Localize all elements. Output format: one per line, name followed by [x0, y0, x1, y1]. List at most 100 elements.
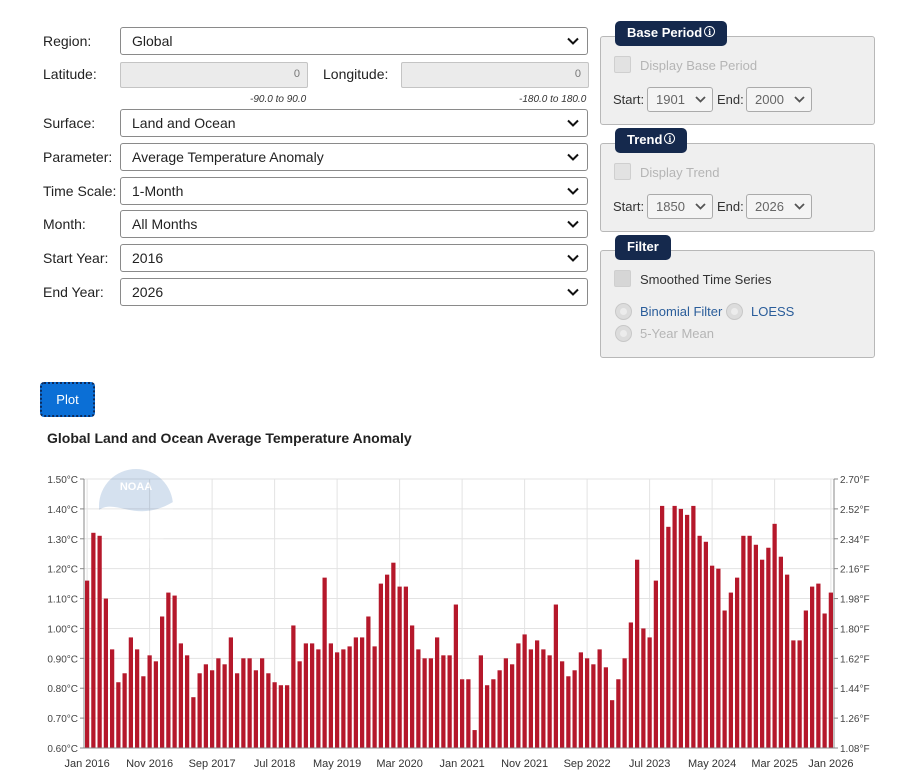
- display-base-period-checkbox[interactable]: [614, 56, 631, 73]
- month-select[interactable]: All Months: [120, 210, 588, 238]
- longitude-range: -180.0 to 180.0: [519, 94, 587, 105]
- x-tick-label: Sep 2017: [189, 758, 236, 770]
- bar: [810, 586, 815, 748]
- bar: [497, 670, 502, 748]
- bar: [316, 649, 321, 748]
- bar: [203, 664, 208, 748]
- bar: [272, 682, 277, 748]
- bar: [522, 634, 527, 748]
- bar: [185, 655, 190, 748]
- bar: [716, 568, 721, 748]
- loess-radio[interactable]: [726, 303, 743, 320]
- grid-lines: [84, 478, 834, 749]
- bar: [328, 643, 333, 748]
- bar: [585, 658, 590, 748]
- latitude-range: -90.0 to 90.0: [250, 94, 307, 105]
- bar: [816, 583, 821, 748]
- bar: [285, 685, 290, 748]
- y-left-tick-label: 0.70°C: [47, 714, 78, 725]
- surface-select[interactable]: Land and Ocean: [120, 109, 588, 137]
- region-select[interactable]: Global: [120, 27, 588, 55]
- y-left-tick-label: 1.30°C: [47, 535, 78, 546]
- bar: [322, 577, 327, 748]
- base-period-end-select[interactable]: 2000: [746, 87, 812, 112]
- bar: [491, 679, 496, 748]
- info-icon[interactable]: i: [664, 133, 676, 144]
- info-icon[interactable]: i: [704, 26, 716, 37]
- y-right-tick-label: 2.70°F: [840, 475, 870, 486]
- bars: [85, 505, 833, 748]
- region-label: Region:: [43, 33, 92, 49]
- base-period-start-select[interactable]: 1901: [647, 87, 713, 112]
- bar: [397, 586, 402, 748]
- surface-label: Surface:: [43, 115, 96, 131]
- bar: [222, 664, 227, 748]
- bar: [341, 649, 346, 748]
- bar: [685, 514, 690, 748]
- x-tick-label: Jan 2016: [64, 758, 109, 770]
- trend-start-value: 1850: [656, 199, 685, 214]
- bar: [135, 649, 140, 748]
- bar: [360, 637, 365, 748]
- bar: [503, 658, 508, 748]
- bar: [572, 670, 577, 748]
- bar: [191, 697, 196, 748]
- y-left-tick-label: 0.80°C: [47, 684, 78, 695]
- bar: [566, 676, 571, 748]
- bar: [172, 595, 177, 748]
- bar: [303, 643, 308, 748]
- chevron-down-icon: [695, 96, 706, 103]
- base-period-start-value: 1901: [656, 92, 685, 107]
- noaa-logo: NOAA: [99, 469, 173, 551]
- bar: [610, 700, 615, 748]
- bar: [785, 574, 790, 748]
- parameter-select[interactable]: Average Temperature Anomaly: [120, 143, 588, 171]
- bar: [485, 685, 490, 748]
- chart-title: Global Land and Ocean Average Temperatur…: [47, 430, 412, 446]
- bar: [153, 661, 158, 748]
- smoothed-time-series-checkbox[interactable]: [614, 270, 631, 287]
- five-year-mean-label: 5-Year Mean: [640, 326, 714, 341]
- bar: [741, 535, 746, 748]
- x-tick-label: Jul 2023: [629, 758, 671, 770]
- bar: [460, 679, 465, 748]
- parameter-label: Parameter:: [43, 149, 113, 165]
- trend-start-select[interactable]: 1850: [647, 194, 713, 219]
- time-scale-select[interactable]: 1-Month: [120, 177, 588, 205]
- trend-title-text: Trend: [627, 132, 663, 147]
- month-label: Month:: [43, 216, 86, 232]
- bar: [410, 625, 415, 748]
- longitude-label: Longitude:: [323, 66, 389, 82]
- bar: [453, 604, 458, 748]
- five-year-mean-radio[interactable]: [615, 325, 632, 342]
- display-trend-checkbox[interactable]: [614, 163, 631, 180]
- bar: [422, 658, 427, 748]
- base-period-start-label: Start:: [613, 92, 645, 107]
- y-left-tick-label: 1.20°C: [47, 565, 78, 576]
- bar: [428, 658, 433, 748]
- bar: [447, 655, 452, 748]
- start-year-value: 2016: [132, 250, 164, 266]
- start-year-select[interactable]: 2016: [120, 244, 588, 272]
- latitude-input[interactable]: 0: [120, 62, 308, 88]
- bar: [616, 679, 621, 748]
- bar: [122, 673, 127, 748]
- longitude-input[interactable]: 0: [401, 62, 589, 88]
- bar: [535, 640, 540, 748]
- chevron-down-icon: [567, 288, 579, 296]
- x-tick-label: Nov 2016: [126, 758, 173, 770]
- bar: [697, 535, 702, 748]
- bar: [791, 640, 796, 748]
- bar: [228, 637, 233, 748]
- bar: [766, 547, 771, 748]
- binomial-filter-radio[interactable]: [615, 303, 632, 320]
- y-left-tick-label: 1.00°C: [47, 624, 78, 635]
- loess-label[interactable]: LOESS: [751, 304, 794, 319]
- x-tick-label: May 2024: [688, 758, 736, 770]
- binomial-filter-label[interactable]: Binomial Filter: [640, 304, 722, 319]
- parameter-value: Average Temperature Anomaly: [132, 149, 324, 165]
- end-year-select[interactable]: 2026: [120, 278, 588, 306]
- plot-button[interactable]: Plot: [40, 382, 95, 417]
- trend-end-select[interactable]: 2026: [746, 194, 812, 219]
- y-right-tick-label: 1.98°F: [840, 595, 870, 606]
